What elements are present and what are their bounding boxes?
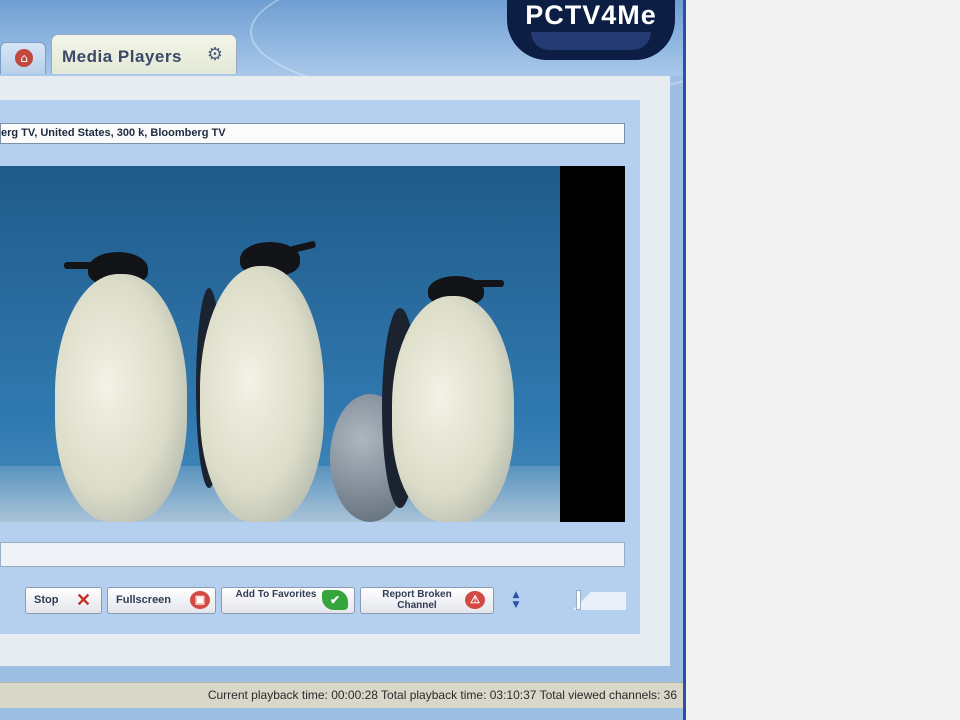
- player-controls: Stop ✕ Fullscreen ▣ Add To Favorites ✔ R…: [0, 584, 640, 618]
- channel-info-bar: erg TV, United States, 300 k, Bloomberg …: [0, 123, 625, 144]
- window-bottom-edge: [0, 708, 683, 720]
- logo-text: PCTV4Me: [525, 0, 657, 30]
- add-to-favorites-button[interactable]: Add To Favorites ✔: [221, 587, 355, 614]
- stop-label: Stop: [34, 594, 59, 606]
- home-icon: ⌂: [15, 49, 33, 67]
- penguin-body: [392, 296, 514, 522]
- report-label: Report Broken Channel: [382, 589, 452, 611]
- report-icon: ⚠: [465, 591, 485, 609]
- fullscreen-label: Fullscreen: [116, 594, 172, 606]
- report-broken-channel-button[interactable]: Report Broken Channel ⚠: [360, 587, 494, 614]
- penguin-beak: [470, 280, 504, 287]
- close-x-icon: ✕: [76, 590, 92, 610]
- fullscreen-icon: ▣: [190, 591, 210, 609]
- penguin-body: [55, 274, 187, 522]
- penguin-beak: [64, 262, 96, 269]
- favorites-label: Add To Favorites: [235, 589, 317, 600]
- penguin-beak: [285, 240, 317, 255]
- stop-button[interactable]: Stop ✕: [25, 587, 102, 614]
- channel-info-text: erg TV, United States, 300 k, Bloomberg …: [1, 127, 226, 139]
- video-frame: [0, 166, 560, 522]
- volume-slider-handle[interactable]: [575, 590, 581, 610]
- video-screen[interactable]: [0, 166, 625, 522]
- volume-arrows-icon[interactable]: ▲ ▼: [510, 590, 522, 612]
- tab-media-players[interactable]: Media Players ⚙: [51, 34, 237, 74]
- media-players-icon: ⚙: [206, 44, 224, 65]
- playback-progress-bar[interactable]: [0, 542, 625, 567]
- volume-slider[interactable]: [538, 592, 626, 610]
- app-window: PCTV4Me ⌂ Media Players ⚙ erg TV, United…: [0, 0, 686, 720]
- header-bar: PCTV4Me ⌂ Media Players ⚙: [0, 0, 683, 104]
- status-bar: Current playback time: 00:00:28 Total pl…: [0, 682, 683, 708]
- penguin-body: [200, 266, 324, 522]
- logo-globe: [531, 32, 651, 50]
- fullscreen-button[interactable]: Fullscreen ▣: [107, 587, 216, 614]
- status-text: Current playback time: 00:00:28 Total pl…: [207, 688, 677, 702]
- pctv4me-logo: PCTV4Me: [507, 0, 675, 60]
- home-tab[interactable]: ⌂: [0, 42, 46, 74]
- green-check-icon: ✔: [322, 590, 348, 610]
- tab-label: Media Players: [62, 47, 182, 66]
